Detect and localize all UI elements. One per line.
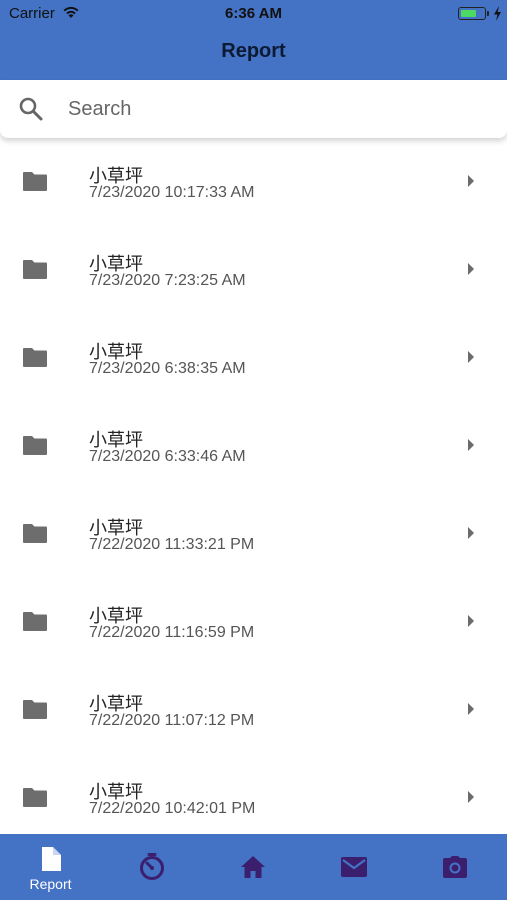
report-timestamp: 7/23/2020 6:38:35 AM bbox=[89, 360, 246, 377]
chevron-right-icon bbox=[468, 351, 474, 363]
folder-icon bbox=[23, 172, 47, 191]
header: Carrier 6:36 AM Report bbox=[0, 0, 507, 80]
chevron-right-icon bbox=[468, 175, 474, 187]
chevron-right-icon bbox=[468, 791, 474, 803]
document-icon bbox=[42, 847, 61, 871]
tab-timer[interactable] bbox=[101, 834, 202, 900]
report-timestamp: 7/23/2020 7:23:25 AM bbox=[89, 272, 246, 289]
search-input[interactable] bbox=[68, 94, 468, 124]
folder-icon bbox=[23, 612, 47, 631]
timer-icon bbox=[140, 853, 164, 880]
report-timestamp: 7/22/2020 10:42:01 PM bbox=[89, 800, 256, 817]
report-row[interactable]: 小草坪 7/22/2020 11:16:59 PM bbox=[0, 578, 507, 666]
report-timestamp: 7/23/2020 10:17:33 AM bbox=[89, 184, 255, 201]
folder-icon bbox=[23, 348, 47, 367]
chevron-right-icon bbox=[468, 263, 474, 275]
charging-bolt-icon bbox=[494, 6, 501, 21]
search-icon[interactable] bbox=[18, 96, 44, 122]
report-timestamp: 7/22/2020 11:16:59 PM bbox=[89, 624, 255, 641]
folder-icon bbox=[23, 524, 47, 543]
tab-mail[interactable] bbox=[303, 834, 404, 900]
report-row[interactable]: 小草坪 7/22/2020 11:33:21 PM bbox=[0, 490, 507, 578]
chevron-right-icon bbox=[468, 527, 474, 539]
folder-icon bbox=[23, 788, 47, 807]
chevron-right-icon bbox=[468, 703, 474, 715]
folder-icon bbox=[23, 436, 47, 455]
folder-icon bbox=[23, 260, 47, 279]
camera-icon bbox=[443, 856, 467, 878]
mail-icon bbox=[341, 857, 367, 877]
home-icon bbox=[241, 856, 265, 878]
tab-report-label: Report bbox=[29, 876, 72, 892]
search-bar bbox=[0, 80, 507, 138]
report-row[interactable]: 小草坪 7/23/2020 6:33:46 AM bbox=[0, 402, 507, 490]
report-timestamp: 7/22/2020 11:33:21 PM bbox=[89, 536, 255, 553]
chevron-right-icon bbox=[468, 615, 474, 627]
page-title: Report bbox=[221, 40, 286, 62]
report-row[interactable]: 小草坪 7/23/2020 6:38:35 AM bbox=[0, 314, 507, 402]
battery-level bbox=[460, 9, 476, 17]
battery-cap bbox=[487, 11, 489, 16]
battery-icon bbox=[458, 7, 486, 20]
tab-bar: Report bbox=[0, 834, 507, 900]
report-row[interactable]: 小草坪 7/23/2020 10:17:33 AM bbox=[0, 138, 507, 226]
report-row[interactable]: 小草坪 7/23/2020 7:23:25 AM bbox=[0, 226, 507, 314]
report-row[interactable]: 小草坪 7/22/2020 11:07:12 PM bbox=[0, 666, 507, 754]
report-row[interactable]: 小草坪 7/22/2020 10:42:01 PM bbox=[0, 754, 507, 842]
tab-home[interactable] bbox=[202, 834, 303, 900]
report-timestamp: 7/22/2020 11:07:12 PM bbox=[89, 712, 255, 729]
report-timestamp: 7/23/2020 6:33:46 AM bbox=[89, 448, 246, 465]
tab-report[interactable]: Report bbox=[0, 834, 101, 900]
clock: 6:36 AM bbox=[225, 5, 282, 22]
status-bar: Carrier 6:36 AM bbox=[0, 0, 507, 28]
folder-icon bbox=[23, 700, 47, 719]
report-list: 小草坪 7/23/2020 10:17:33 AM 小草坪 7/23/2020 … bbox=[0, 138, 507, 842]
tab-camera[interactable] bbox=[404, 834, 505, 900]
chevron-right-icon bbox=[468, 439, 474, 451]
